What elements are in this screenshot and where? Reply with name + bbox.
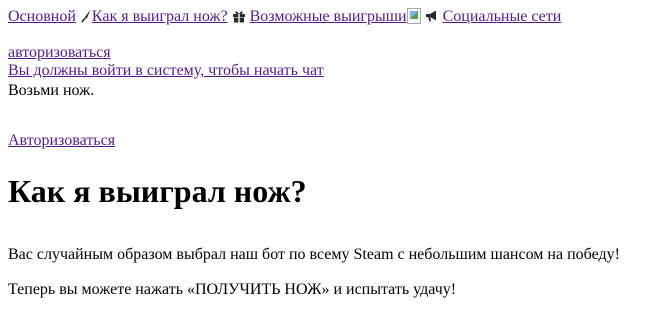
broken-image-icon [406,8,421,24]
nav-link-social-networks[interactable]: Социальные сети [443,8,562,25]
paragraph-get-knife: Теперь вы можете нажать «ПОЛУЧИТЬ НОЖ» и… [8,281,457,298]
nav-link-how-i-won[interactable]: Как я выиграл нож? [92,8,228,25]
authorize-link[interactable]: Авторизоваться [8,132,115,149]
paragraph-random-selection: Вас случайным образом выбрал наш бот по … [8,246,620,263]
knife-icon [80,9,92,28]
megaphone-icon [425,9,439,28]
chat-notice-wrap: Вы должны войти в систему, чтобы начать … [8,62,324,80]
nav-link-possible-winnings[interactable]: Возможные выигрыши [250,8,407,25]
top-navigation: Основной Как я выиграл нож? Возможные вы… [8,8,561,28]
take-knife-text: Возьми нож. [8,82,95,99]
login-link-wrap: авторизоваться [8,44,111,62]
nav-link-main[interactable]: Основной [8,8,76,25]
login-link[interactable]: авторизоваться [8,44,111,61]
page-title: Как я выиграл нож? [8,173,307,209]
gift-icon [232,9,246,28]
chat-login-notice-link[interactable]: Вы должны войти в систему, чтобы начать … [8,62,324,79]
authorize-link-wrap: Авторизоваться [8,132,115,150]
